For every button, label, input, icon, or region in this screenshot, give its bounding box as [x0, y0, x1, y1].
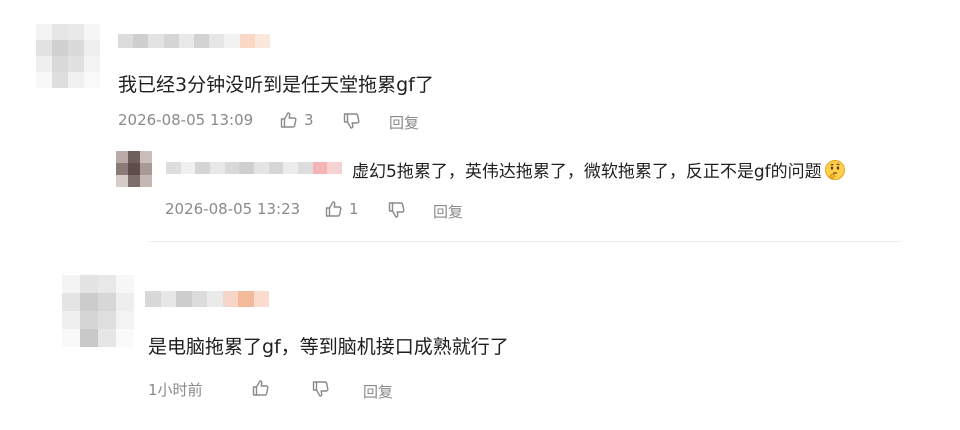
username[interactable] [118, 34, 270, 48]
avatar[interactable] [116, 151, 152, 187]
avatar[interactable] [62, 275, 134, 347]
reply-button[interactable]: 回复 [433, 201, 463, 222]
comment-text: 我已经3分钟没听到是任天堂拖累gf了 [118, 74, 434, 96]
reply-button[interactable]: 回复 [363, 381, 393, 402]
dislike-icon[interactable] [311, 379, 331, 399]
like-icon[interactable] [251, 378, 271, 398]
reply-button[interactable]: 回复 [389, 112, 419, 133]
divider [149, 241, 901, 242]
dislike-icon[interactable] [387, 200, 407, 220]
comment-text: 是电脑拖累了gf，等到脑机接口成熟就行了 [148, 336, 509, 358]
like-count: 1 [349, 200, 359, 218]
like-count: 3 [304, 111, 314, 129]
comment-time: 1小时前 [148, 381, 203, 399]
username[interactable] [145, 291, 269, 307]
reply-text: 虚幻5拖累了，英伟达拖累了，微软拖累了，反正不是gf的问题 [352, 157, 846, 182]
like-icon[interactable] [324, 199, 344, 219]
username[interactable] [166, 162, 342, 174]
avatar[interactable] [36, 24, 100, 88]
reply-time: 2026-08-05 13:23 [165, 200, 301, 218]
like-icon[interactable] [279, 110, 299, 130]
dislike-icon[interactable] [342, 111, 362, 131]
thinking-face-icon [824, 159, 846, 181]
reply-text-content: 虚幻5拖累了，英伟达拖累了，微软拖累了，反正不是gf的问题 [352, 162, 822, 182]
comment-time: 2026-08-05 13:09 [118, 111, 254, 129]
